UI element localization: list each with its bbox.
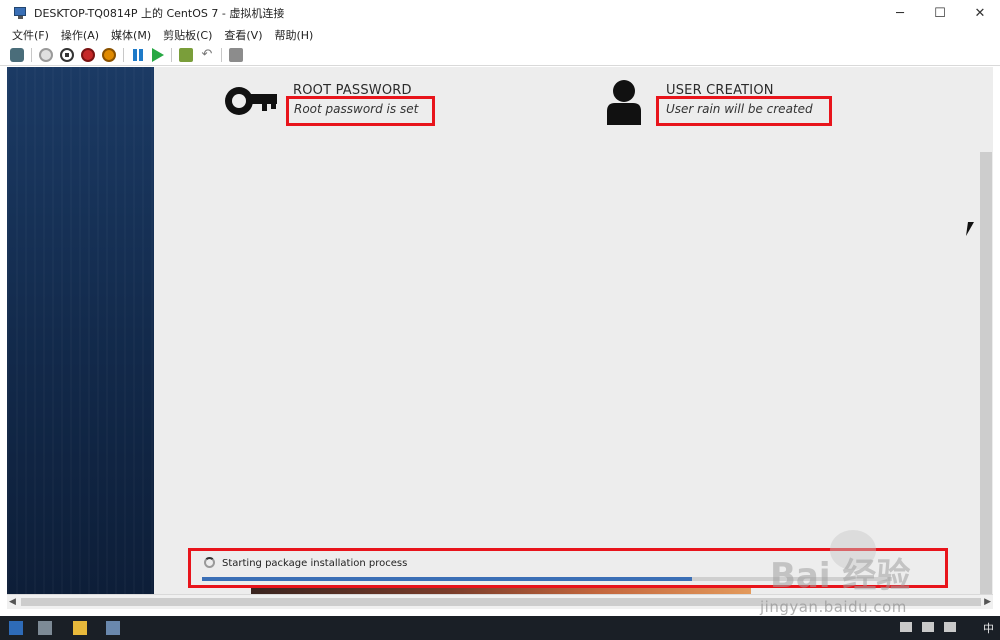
- vm-display[interactable]: ROOT PASSWORD Root password is set USER …: [7, 67, 993, 594]
- ctrl-alt-del-icon[interactable]: [10, 47, 24, 62]
- toolbar-separator: [221, 47, 222, 62]
- window-controls: ─ ☐ ✕: [880, 0, 1000, 26]
- menu-help[interactable]: 帮助(H): [274, 27, 313, 43]
- toolbar-separator: [123, 47, 124, 62]
- toolbar-separator: [171, 47, 172, 62]
- start-icon[interactable]: [39, 47, 53, 62]
- user-icon: [607, 80, 641, 125]
- volume-icon[interactable]: [944, 622, 956, 632]
- vertical-scrollbar-thumb[interactable]: [980, 152, 992, 594]
- file-explorer-icon[interactable]: [73, 621, 87, 635]
- menu-media[interactable]: 媒体(M): [111, 27, 151, 43]
- progress-area: Starting package installation process: [154, 540, 979, 594]
- minimize-button[interactable]: ─: [880, 0, 920, 26]
- menu-file[interactable]: 文件(F): [12, 27, 49, 43]
- menu-view[interactable]: 查看(V): [224, 27, 262, 43]
- taskbar: 中: [0, 616, 1000, 640]
- vm-connection-icon: [14, 7, 28, 19]
- enhanced-session-icon[interactable]: [229, 47, 243, 62]
- window-title: DESKTOP-TQ0814P 上的 CentOS 7 - 虚拟机连接: [34, 7, 285, 20]
- user-creation-highlight-box: [656, 96, 832, 126]
- ime-indicator[interactable]: 中: [983, 620, 994, 636]
- task-view-icon[interactable]: [38, 621, 52, 635]
- vm-connection-taskbar-icon[interactable]: [106, 621, 120, 635]
- menu-action[interactable]: 操作(A): [61, 27, 99, 43]
- scroll-left-icon[interactable]: ◀: [9, 597, 16, 607]
- turn-off-icon[interactable]: [60, 47, 74, 62]
- wifi-icon[interactable]: [922, 622, 934, 632]
- title-bar: DESKTOP-TQ0814P 上的 CentOS 7 - 虚拟机连接 ─ ☐ …: [0, 0, 1000, 26]
- horizontal-scrollbar-thumb[interactable]: [21, 598, 981, 606]
- start-menu-icon[interactable]: [9, 621, 23, 635]
- scroll-right-icon[interactable]: ▶: [984, 597, 991, 607]
- close-button[interactable]: ✕: [960, 0, 1000, 26]
- toolbar: ↶: [0, 44, 1000, 66]
- vm-connection-window: DESKTOP-TQ0814P 上的 CentOS 7 - 虚拟机连接 ─ ☐ …: [0, 0, 1000, 640]
- horizontal-scrollbar[interactable]: ◀ ▶: [7, 594, 993, 609]
- root-password-highlight-box: [286, 96, 435, 126]
- battery-icon[interactable]: [900, 622, 912, 632]
- installer-sidebar: [7, 67, 154, 594]
- reset-icon[interactable]: [152, 47, 164, 62]
- save-icon[interactable]: [102, 47, 116, 62]
- progress-highlight-box: [188, 548, 948, 588]
- menu-bar: 文件(F) 操作(A) 媒体(M) 剪贴板(C) 查看(V) 帮助(H): [0, 26, 1000, 44]
- shutdown-icon[interactable]: [81, 47, 95, 62]
- revert-icon[interactable]: ↶: [200, 47, 214, 62]
- vertical-scrollbar[interactable]: [979, 67, 993, 594]
- menu-clipboard[interactable]: 剪贴板(C): [163, 27, 212, 43]
- key-icon: [225, 87, 277, 115]
- pause-icon[interactable]: [131, 48, 145, 62]
- toolbar-separator: [31, 47, 32, 62]
- maximize-button[interactable]: ☐: [920, 0, 960, 26]
- checkpoint-icon[interactable]: [179, 47, 193, 62]
- installer-content: ROOT PASSWORD Root password is set USER …: [154, 67, 979, 594]
